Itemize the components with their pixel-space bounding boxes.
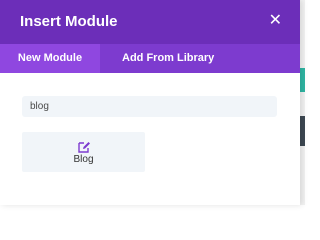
background-page-edge xyxy=(300,0,305,205)
background-teal-element xyxy=(300,68,305,92)
tab-add-from-library[interactable]: Add From Library xyxy=(122,44,214,73)
tab-bar: New Module Add From Library xyxy=(0,44,300,73)
module-blog-button[interactable]: Blog xyxy=(22,132,145,172)
blog-edit-icon xyxy=(78,142,90,153)
close-icon[interactable]: ✕ xyxy=(269,12,282,30)
background-dark-element xyxy=(300,116,305,146)
insert-module-modal: Insert Module ✕ New Module Add From Libr… xyxy=(0,0,300,205)
modal-title: Insert Module xyxy=(20,13,118,30)
tab-new-module[interactable]: New Module xyxy=(0,44,100,73)
module-label: Blog xyxy=(73,154,94,165)
module-search-input[interactable] xyxy=(22,96,277,117)
modal-header: Insert Module ✕ xyxy=(0,0,300,44)
